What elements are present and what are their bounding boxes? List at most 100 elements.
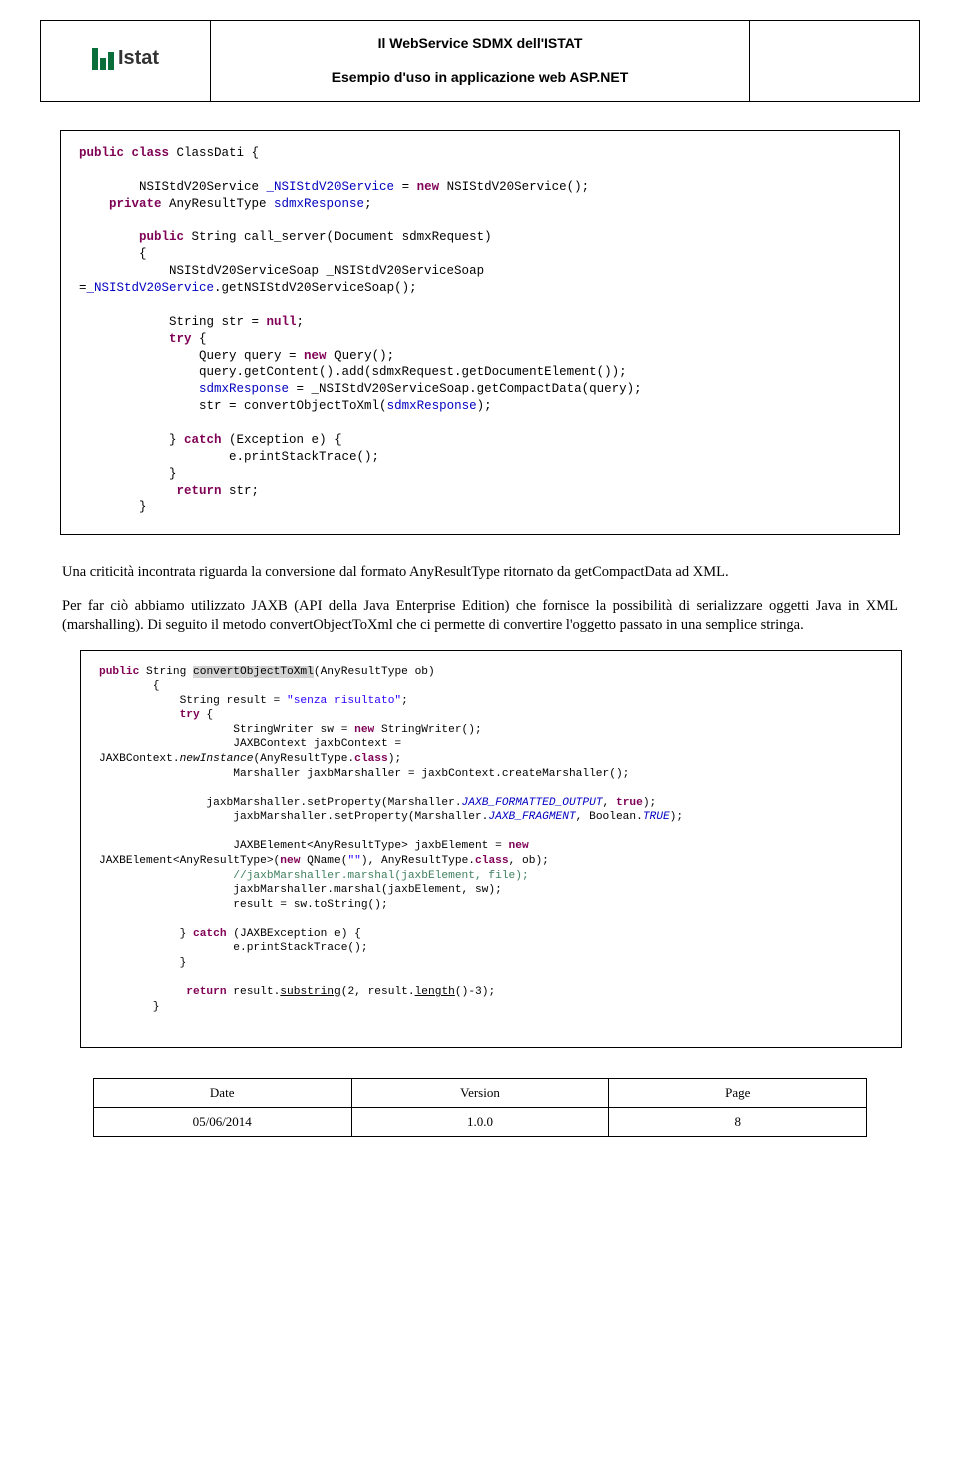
code-token: ), AnyResultType.: [361, 855, 475, 867]
code-token: substring: [280, 986, 340, 998]
code-token: JAXBContext.: [99, 753, 180, 765]
footer-value-date: 05/06/2014: [93, 1107, 351, 1136]
code-token: QName(: [300, 855, 347, 867]
code-token: NSIStdV20Service: [79, 180, 267, 194]
code-token: (Exception e) {: [222, 433, 342, 447]
code-token: {: [99, 680, 159, 692]
code-token: result.: [227, 986, 281, 998]
code-token: sdmxResponse: [387, 399, 477, 413]
code-token: =: [394, 180, 417, 194]
code-token: jaxbMarshaller.setProperty(Marshaller.: [99, 811, 488, 823]
code-token: TRUE: [643, 811, 670, 823]
code-token: JAXB_FRAGMENT: [488, 811, 575, 823]
header-empty-cell: [750, 21, 920, 102]
code-token: StringWriter();: [374, 724, 481, 736]
code-token: =: [79, 281, 87, 295]
doc-footer-table: Date Version Page 05/06/2014 1.0.0 8: [93, 1078, 867, 1137]
code-token: );: [670, 811, 683, 823]
code-token: .getNSIStdV20ServiceSoap();: [214, 281, 417, 295]
code-token: ;: [401, 695, 408, 707]
code-token: length: [415, 986, 455, 998]
logo-text: Istat: [118, 47, 159, 70]
code-token: return: [186, 986, 226, 998]
code-token: convertObjectToXml: [193, 666, 314, 678]
code-token: new: [304, 349, 327, 363]
code-token: StringWriter sw =: [99, 724, 354, 736]
code-token: null: [267, 315, 297, 329]
code-token: try: [79, 332, 192, 346]
code-token: str;: [222, 484, 260, 498]
code-token: , ob);: [509, 855, 549, 867]
code-token: Query query =: [79, 349, 304, 363]
code-token: true: [616, 797, 643, 809]
code-token: String call_server(Document sdmxRequest): [184, 230, 492, 244]
code-token: (2, result.: [341, 986, 415, 998]
code-token: str = convertObjectToXml(: [79, 399, 387, 413]
code-block-1: public class ClassDati { NSIStdV20Servic…: [60, 130, 900, 535]
code-token: public: [99, 666, 139, 678]
code-token: public: [79, 230, 184, 244]
logo-bar-icon: [100, 58, 106, 70]
body-paragraph-1: Una criticità incontrata riguarda la con…: [62, 563, 898, 581]
logo-bar-icon: [108, 52, 114, 70]
doc-title: Il WebService SDMX dell'ISTAT: [378, 35, 583, 51]
code-token: JAXB_FORMATTED_OUTPUT: [462, 797, 603, 809]
code-token: [99, 986, 186, 998]
code-token: new: [509, 840, 529, 852]
code-token: ;: [364, 197, 372, 211]
header-title-cell: Il WebService SDMX dell'ISTAT: [211, 21, 750, 62]
code-token: e.printStackTrace();: [79, 450, 379, 464]
code-token: e.printStackTrace();: [99, 942, 368, 954]
code-token: = _NSIStdV20ServiceSoap.getCompactData(q…: [289, 382, 642, 396]
code-token: _NSIStdV20Service: [87, 281, 215, 295]
code-token: query.getContent().add(sdmxRequest.getDo…: [79, 365, 627, 379]
code-token: );: [388, 753, 401, 765]
code-token: Marshaller jaxbMarshaller = jaxbContext.…: [99, 768, 629, 780]
footer-value-page: 8: [609, 1107, 867, 1136]
code-token: , Boolean.: [576, 811, 643, 823]
code-token: }: [99, 1001, 159, 1013]
code-token: sdmxResponse: [199, 382, 289, 396]
doc-subtitle: Esempio d'uso in applicazione web ASP.NE…: [332, 69, 629, 85]
code-token: class: [475, 855, 509, 867]
code-token: public: [79, 146, 124, 160]
code-token: class: [354, 753, 388, 765]
code-token: {: [200, 709, 213, 721]
code-token: catch: [184, 433, 222, 447]
code-token: NSIStdV20ServiceSoap _NSIStdV20ServiceSo…: [79, 264, 484, 278]
code-token: }: [79, 433, 184, 447]
code-token: newInstance: [180, 753, 254, 765]
code-token: NSIStdV20Service();: [439, 180, 589, 194]
header-subtitle-cell: Esempio d'uso in applicazione web ASP.NE…: [211, 61, 750, 102]
footer-header-page: Page: [609, 1078, 867, 1107]
istat-logo: Istat: [92, 47, 159, 70]
code-block-2: public String convertObjectToXml (AnyResu…: [80, 650, 902, 1048]
code-token: //jaxbMarshaller.marshal(jaxbElement, fi…: [233, 870, 528, 882]
code-token: String: [139, 666, 193, 678]
code-token: "senza risultato": [287, 695, 401, 707]
code-token: AnyResultType: [162, 197, 275, 211]
code-token: ClassDati {: [169, 146, 259, 160]
code-token: String result =: [99, 695, 287, 707]
code-token: new: [280, 855, 300, 867]
code-token: "": [347, 855, 360, 867]
code-token: Query();: [327, 349, 395, 363]
code-token: }: [99, 957, 186, 969]
body-paragraph-2: Per far ciò abbiamo utilizzato JAXB (API…: [62, 597, 898, 633]
code-token: _NSIStdV20Service: [267, 180, 395, 194]
code-token: }: [79, 467, 177, 481]
footer-header-version: Version: [351, 1078, 609, 1107]
code-token: (AnyResultType.: [253, 753, 354, 765]
code-token: [99, 870, 233, 882]
code-token: JAXBElement<AnyResultType> jaxbElement =: [99, 840, 509, 852]
code-token: );: [643, 797, 656, 809]
code-token: (JAXBException e) {: [227, 928, 361, 940]
code-token: private: [79, 197, 162, 211]
code-token: ;: [297, 315, 305, 329]
code-token: ()-3);: [455, 986, 495, 998]
code-token: {: [192, 332, 207, 346]
code-token: jaxbMarshaller.marshal(jaxbElement, sw);: [99, 884, 502, 896]
code-token: [79, 484, 177, 498]
footer-header-date: Date: [93, 1078, 351, 1107]
code-token: return: [177, 484, 222, 498]
